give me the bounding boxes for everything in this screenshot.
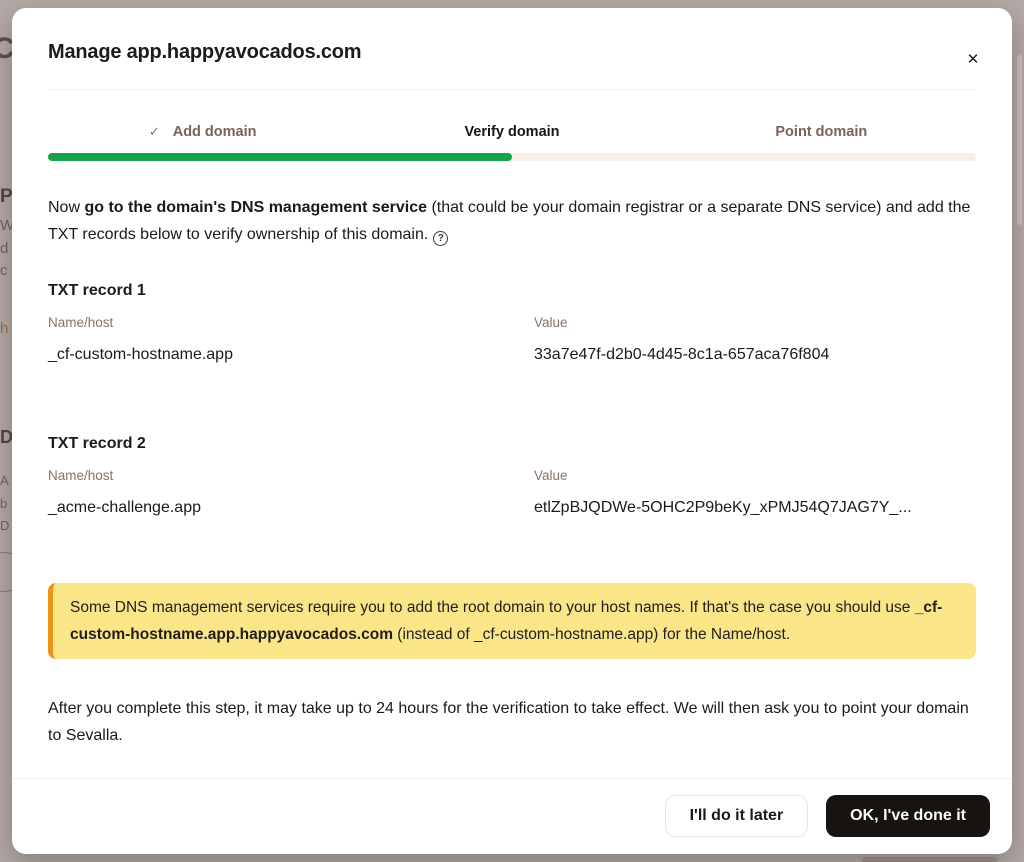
after-step-text: After you complete this step, it may tak…: [48, 695, 976, 749]
after-step-post: .: [118, 727, 122, 744]
record-grid: Name/host _cf-custom-hostname.app Value …: [48, 300, 976, 364]
record-name-cell: Name/host _cf-custom-hostname.app: [48, 300, 534, 364]
record-value-cell: Value 33a7e47f-d2b0-4d45-8c1a-657aca76f8…: [534, 300, 976, 364]
background-page-fragment: D: [0, 518, 9, 533]
wizard-stepper: ✓ Add domain Verify domain Point domain: [48, 124, 976, 140]
record-title: TXT record 1: [48, 282, 976, 300]
modal-title: Manage app.happyavocados.com: [48, 41, 976, 64]
record-name-cell: Name/host _acme-challenge.app: [48, 453, 534, 517]
background-page-fragment: P: [0, 186, 13, 208]
txt-record-2: TXT record 2 Name/host _acme-challenge.a…: [48, 435, 976, 517]
step-verify-domain: Verify domain: [357, 124, 666, 140]
background-page-fragment: d: [0, 240, 8, 257]
do-it-later-button[interactable]: I'll do it later: [665, 795, 809, 837]
instructions-pre: Now: [48, 199, 84, 216]
help-icon[interactable]: ?: [433, 231, 448, 246]
callout-pre: Some DNS management services require you…: [70, 599, 915, 616]
record-value-cell: Value etlZpBJQDWe-5OHC2P9beKy_xPMJ54Q7JA…: [534, 453, 976, 517]
background-page-fragment: c: [0, 262, 8, 279]
record-name-value: _cf-custom-hostname.app: [48, 346, 534, 364]
instructions-bold: go to the domain's DNS management servic…: [84, 199, 427, 216]
sevalla-link[interactable]: Sevalla: [66, 727, 118, 744]
progress-bar: [48, 153, 976, 161]
background-page-fragment: A: [0, 473, 9, 488]
check-icon: ✓: [149, 124, 160, 140]
step-label: Point domain: [775, 124, 867, 140]
instructions-text: Now go to the domain's DNS management se…: [48, 194, 976, 248]
modal-body: ✓ Add domain Verify domain Point domain …: [12, 90, 1012, 778]
name-host-label: Name/host: [48, 315, 534, 330]
manage-domain-modal: Manage app.happyavocados.com ✕ ✓ Add dom…: [12, 8, 1012, 854]
step-label: Verify domain: [464, 124, 559, 140]
step-label: Add domain: [173, 124, 257, 140]
name-host-label: Name/host: [48, 468, 534, 483]
ok-done-button[interactable]: OK, I've done it: [826, 795, 990, 837]
dns-callout: Some DNS management services require you…: [48, 583, 976, 659]
progress-fill: [48, 153, 512, 161]
record-name-value: _acme-challenge.app: [48, 499, 534, 517]
step-add-domain: ✓ Add domain: [48, 124, 357, 140]
background-button-edge: [862, 857, 998, 862]
callout-post: (instead of _cf-custom-hostname.app) for…: [393, 626, 790, 643]
value-label: Value: [534, 315, 976, 330]
record-value-value: etlZpBJQDWe-5OHC2P9beKy_xPMJ54Q7JAG7Y_..…: [534, 499, 976, 517]
modal-header: Manage app.happyavocados.com ✕: [12, 8, 1012, 90]
step-point-domain: Point domain: [667, 124, 976, 140]
record-value-value: 33a7e47f-d2b0-4d45-8c1a-657aca76f804: [534, 346, 976, 364]
background-scrollbar: [1017, 55, 1022, 225]
record-title: TXT record 2: [48, 435, 976, 453]
close-icon[interactable]: ✕: [958, 44, 988, 74]
record-grid: Name/host _acme-challenge.app Value etlZ…: [48, 453, 976, 517]
after-step-pre: After you complete this step, it may tak…: [48, 700, 969, 744]
background-page-fragment: h: [0, 320, 8, 337]
txt-record-1: TXT record 1 Name/host _cf-custom-hostna…: [48, 282, 976, 364]
background-page-fragment: b: [0, 496, 7, 511]
value-label: Value: [534, 468, 976, 483]
header-divider: [48, 89, 976, 90]
modal-footer: I'll do it later OK, I've done it: [12, 778, 1012, 854]
